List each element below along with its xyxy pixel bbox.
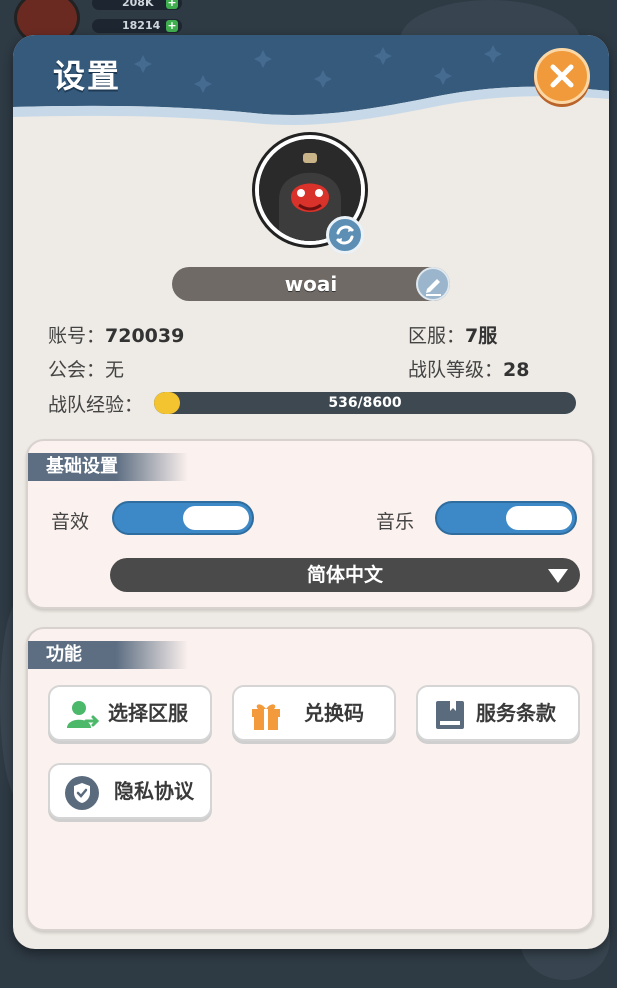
dropdown-arrow-icon [548,569,568,583]
top-hud: 208K + 18214 + [0,0,617,46]
account-label: 账号： [48,325,106,347]
account-value: 720039 [105,325,185,347]
team-level-row: 战队等级：28 [408,355,529,382]
server-row: 区服：7服 [408,321,497,348]
privacy-policy-button[interactable]: 隐私协议 [48,763,212,819]
gift-icon [252,704,280,730]
close-button[interactable] [534,48,590,104]
sound-toggle-knob [183,506,249,530]
language-value: 简体中文 [306,564,383,586]
exp-label: 战队经验： [48,394,144,416]
exp-progress-text: 536/8600 [328,395,402,411]
dialog-title: 设置 [53,57,122,95]
guild-row: 公会：无 [48,355,124,382]
team-level-label: 战队等级： [408,359,504,381]
terms-of-service-button[interactable]: 服务条款 [416,685,580,741]
refresh-icon [336,225,354,245]
player-name: woai [284,272,338,296]
change-avatar-button[interactable] [326,216,364,254]
sound-label: 音效 [51,511,90,533]
account-row: 账号：720039 [48,321,184,348]
user-switch-icon [67,701,100,728]
player-name-bar: woai [172,267,450,301]
gold-counter: 208K + [92,0,182,10]
language-select[interactable]: 简体中文 [110,558,580,592]
gold-value: 208K [122,0,154,9]
redeem-code-label: 兑换码 [304,701,364,725]
privacy-policy-label: 隐私协议 [114,779,194,803]
functions-section: 功能 选择区服 兑换码 服务条款 隐私协议 [26,627,594,931]
server-value: 7服 [465,325,498,347]
music-toggle[interactable] [435,501,577,535]
guild-label: 公会： [48,359,106,381]
basic-settings-section: 基础设置 音效 音乐 简体中文 [26,439,594,609]
redeem-code-button[interactable]: 兑换码 [232,685,396,741]
pencil-icon [426,279,441,296]
gem-counter: 18214 + [92,19,182,33]
add-gem-icon[interactable]: + [166,20,178,32]
guild-value: 无 [105,359,125,381]
gem-value: 18214 [122,19,161,32]
book-icon [436,701,464,729]
team-level-value: 28 [503,359,530,381]
add-gold-icon[interactable]: + [166,0,178,9]
functions-title: 功能 [28,641,188,669]
exp-progress-bar: 536/8600 [154,392,576,414]
edit-name-button[interactable] [416,267,450,301]
terms-of-service-label: 服务条款 [476,701,556,725]
shield-icon [65,776,99,810]
basic-settings-title: 基础设置 [28,453,188,481]
music-label: 音乐 [376,511,415,533]
settings-dialog: 设置 woai 账号：720039 区服：7服 公会：无 战队等级：28 战队经… [13,35,609,949]
close-icon [550,64,574,88]
select-server-button[interactable]: 选择区服 [48,685,212,741]
select-server-label: 选择区服 [108,701,188,725]
sound-toggle[interactable] [112,501,254,535]
server-label: 区服： [408,325,466,347]
music-toggle-knob [506,506,572,530]
